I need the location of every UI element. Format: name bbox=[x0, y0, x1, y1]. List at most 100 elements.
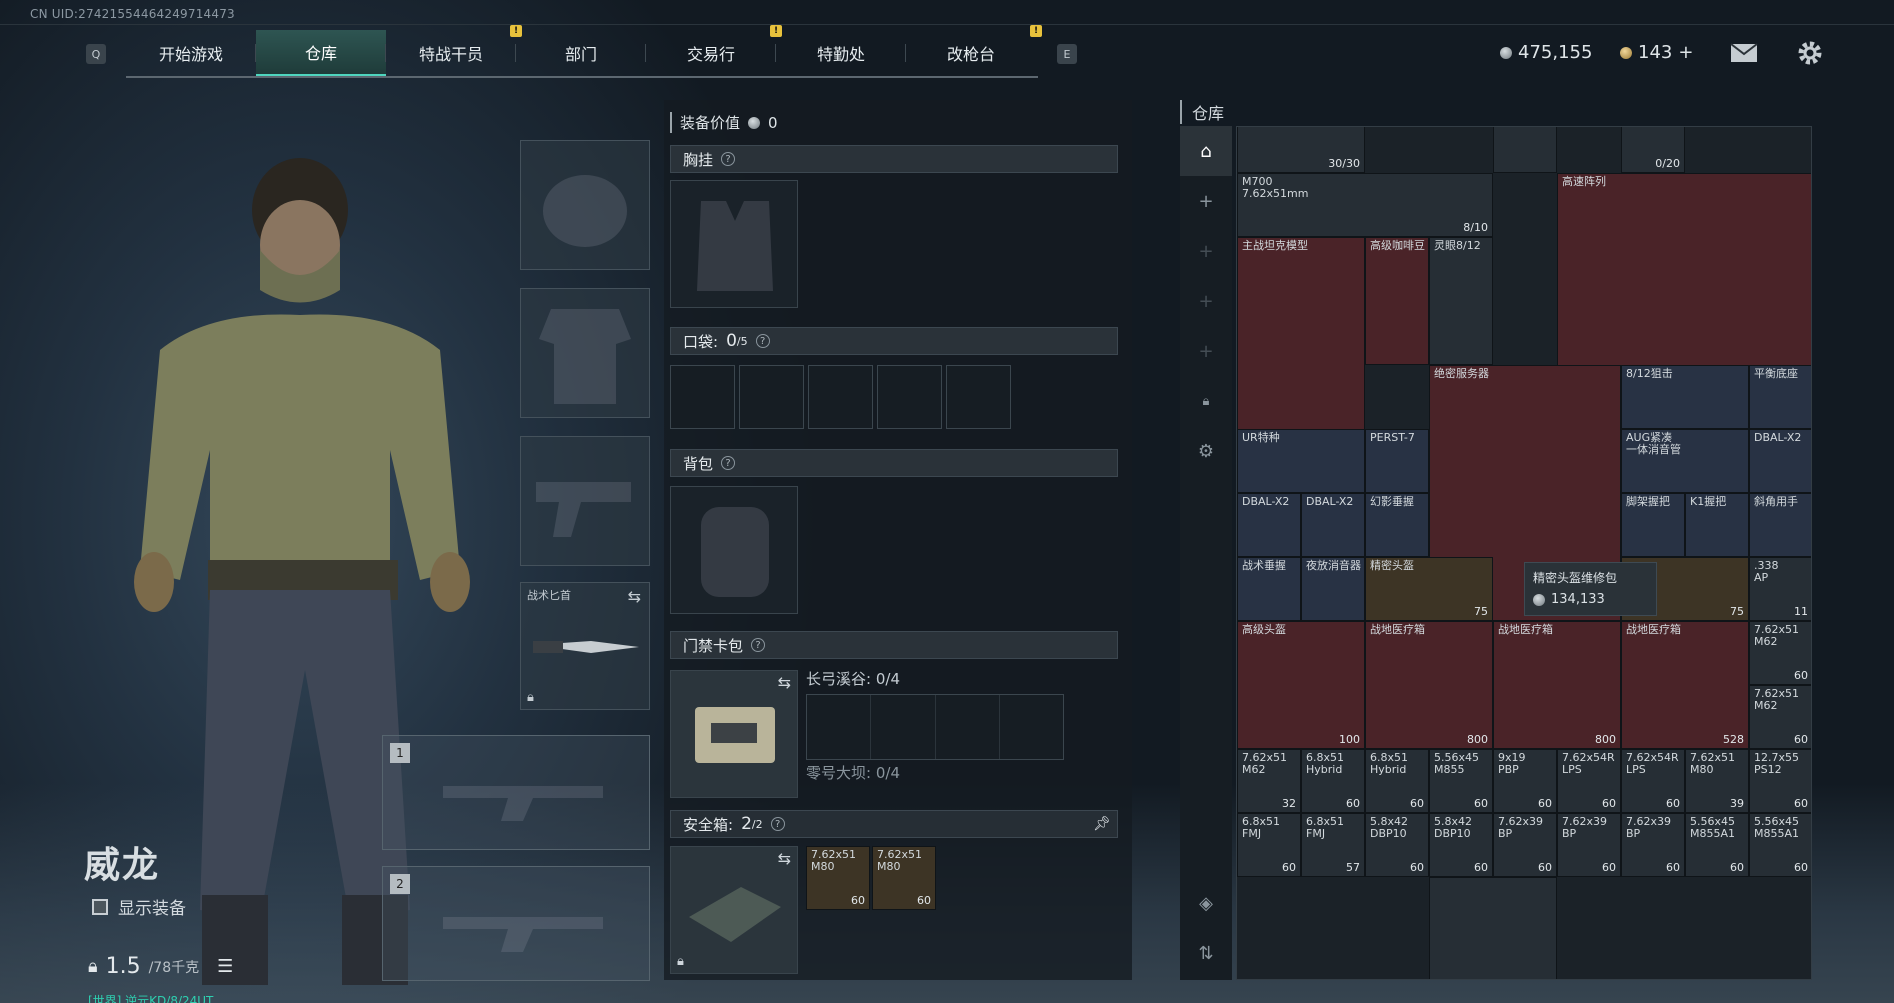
stash-item[interactable]: 5.56x45 M855 60 bbox=[1429, 749, 1493, 813]
stash-item[interactable]: 平衡底座 bbox=[1493, 127, 1557, 173]
stash-item[interactable]: 平衡底座 bbox=[1749, 365, 1811, 429]
stash-item[interactable]: 0/20 bbox=[1621, 127, 1685, 173]
stash-item[interactable]: 7.62x51 M80 39 bbox=[1685, 749, 1749, 813]
add-page-icon[interactable]: + bbox=[1180, 176, 1232, 226]
stash-item[interactable]: 6.8x51 FMJ 57 bbox=[1301, 813, 1365, 877]
help-icon[interactable]: ? bbox=[755, 334, 770, 348]
lock-icon[interactable]: 🔒︎ bbox=[1180, 376, 1232, 426]
keycard-grid-1[interactable] bbox=[806, 694, 1064, 760]
stash-item[interactable]: 高级头盔 100 bbox=[1237, 621, 1365, 749]
stash-item[interactable]: 7.62x51 M62 60 bbox=[1749, 685, 1811, 749]
item-count: 60 bbox=[1602, 797, 1616, 810]
stash-item[interactable]: 7.62x39 BP 60 bbox=[1557, 813, 1621, 877]
stash-item[interactable]: 战地医疗箱 800 bbox=[1365, 621, 1493, 749]
help-icon[interactable]: ? bbox=[770, 817, 785, 831]
pocket-slot[interactable] bbox=[946, 365, 1011, 429]
stash-item[interactable] bbox=[1429, 877, 1557, 979]
melee-slot[interactable]: 战术匕首 ⇆ 🔒︎ bbox=[520, 582, 650, 710]
settings-gear-icon[interactable] bbox=[1797, 40, 1823, 66]
stash-item[interactable]: 6.8x51 Hybrid 60 bbox=[1365, 749, 1429, 813]
stash-item[interactable]: 8/12狙击 bbox=[1621, 365, 1749, 429]
stash-item[interactable]: 30/30 bbox=[1237, 127, 1365, 173]
stash-item[interactable]: AUG紧凑 一体消音管 bbox=[1621, 429, 1749, 493]
stash-item[interactable]: 夜放消音器 bbox=[1301, 557, 1365, 621]
stash-item[interactable]: 脚架握把 bbox=[1621, 493, 1685, 557]
primary-weapon-slot[interactable]: 1 bbox=[382, 735, 650, 850]
stash-item[interactable]: PERST-7 bbox=[1365, 429, 1429, 493]
stash-item[interactable]: 6.8x51 Hybrid 60 bbox=[1301, 749, 1365, 813]
armor-slot[interactable] bbox=[520, 288, 650, 418]
tab-0[interactable]: 开始游戏 bbox=[126, 30, 256, 76]
stash-item[interactable]: 12.7x55 PS12 60 bbox=[1749, 749, 1811, 813]
item-label: 高级头盔 bbox=[1242, 623, 1286, 636]
stash-item[interactable]: 7.62x51 M62 32 bbox=[1237, 749, 1301, 813]
chest-rig-slot[interactable] bbox=[670, 180, 798, 308]
tab-4[interactable]: 交易行! bbox=[646, 25, 782, 76]
stash-item[interactable]: DBAL-X2 bbox=[1237, 493, 1301, 557]
gold-currency[interactable]: 143 + bbox=[1620, 42, 1693, 63]
tab-3[interactable]: 部门 bbox=[516, 30, 646, 76]
stash-home-icon[interactable]: ⌂ bbox=[1180, 126, 1232, 176]
pocket-slot[interactable] bbox=[877, 365, 942, 429]
show-gear-checkbox[interactable] bbox=[92, 898, 108, 915]
stash-item[interactable]: 精密头盔 75 bbox=[1365, 557, 1493, 621]
stash-item[interactable]: DBAL-X2 bbox=[1301, 493, 1365, 557]
pocket-slot[interactable] bbox=[670, 365, 735, 429]
chat-preview[interactable]: [世界] 逆元KD/8/24UT bbox=[88, 992, 213, 1003]
add-page-icon[interactable]: + bbox=[1180, 326, 1232, 376]
backpack-slot[interactable] bbox=[670, 486, 798, 614]
stash-item[interactable]: 5.56x45 M855A1 60 bbox=[1749, 813, 1811, 877]
stash-item[interactable]: 9x19 PBP 60 bbox=[1493, 749, 1557, 813]
stash-settings-icon[interactable]: ⚙ bbox=[1180, 426, 1232, 476]
stash-item[interactable]: 7.62x54R LPS 60 bbox=[1621, 749, 1685, 813]
stash-item[interactable]: 5.8x42 DBP10 60 bbox=[1429, 813, 1493, 877]
help-icon[interactable]: ? bbox=[721, 456, 736, 470]
sort-icon[interactable]: ⇅ bbox=[1180, 928, 1232, 978]
stash-item[interactable]: 斜角用手 bbox=[1749, 493, 1811, 557]
stash-item[interactable]: UR特种 bbox=[1237, 429, 1365, 493]
tab-6[interactable]: 改枪台! bbox=[906, 25, 1042, 76]
stash-item[interactable]: 7.62x54R LPS 60 bbox=[1557, 749, 1621, 813]
safebox-slot[interactable]: ⇆ 🔒︎ bbox=[670, 846, 798, 974]
stash-item[interactable]: 6.8x51 FMJ 60 bbox=[1237, 813, 1301, 877]
keycard-case-slot[interactable]: ⇆ bbox=[670, 670, 798, 798]
mail-icon[interactable] bbox=[1730, 43, 1758, 63]
tab-1[interactable]: 仓库 bbox=[256, 30, 386, 76]
stash-item[interactable]: M700 7.62x51mm 8/10 bbox=[1237, 173, 1493, 237]
stash-item[interactable]: K1握把 bbox=[1685, 493, 1749, 557]
stash-item[interactable]: 战地医疗箱 800 bbox=[1493, 621, 1621, 749]
pin-icon[interactable]: 📌︎ bbox=[1093, 816, 1111, 832]
pistol-slot[interactable] bbox=[520, 436, 650, 566]
add-page-icon[interactable]: + bbox=[1180, 276, 1232, 326]
help-icon[interactable]: ? bbox=[751, 638, 766, 652]
pocket-slot[interactable] bbox=[808, 365, 873, 429]
nav-next-key-hint[interactable]: E bbox=[1057, 44, 1077, 64]
stash-item[interactable]: 7.62x39 BP 60 bbox=[1493, 813, 1557, 877]
gold-add-button[interactable]: + bbox=[1678, 42, 1693, 63]
weight-list-icon[interactable]: ☰ bbox=[217, 956, 233, 977]
stash-item[interactable]: 灵眼8/12 bbox=[1429, 237, 1493, 365]
stash-item[interactable]: 战术垂握 bbox=[1237, 557, 1301, 621]
pocket-slot[interactable] bbox=[739, 365, 804, 429]
stash-item[interactable]: 高级咖啡豆 bbox=[1365, 237, 1429, 365]
layers-icon[interactable]: ◈ bbox=[1180, 878, 1232, 928]
helmet-slot[interactable] bbox=[520, 140, 650, 270]
secondary-weapon-slot[interactable]: 2 bbox=[382, 866, 650, 981]
show-gear-toggle[interactable]: 显示装备 bbox=[92, 894, 186, 919]
stash-item[interactable]: 5.56x45 M855A1 60 bbox=[1685, 813, 1749, 877]
stash-item[interactable]: 幻影垂握 bbox=[1365, 493, 1429, 557]
stash-item[interactable]: 战地医疗箱 528 bbox=[1621, 621, 1749, 749]
safebox-item[interactable]: 7.62x51 M80 60 bbox=[806, 846, 870, 910]
tab-2[interactable]: 特战干员! bbox=[386, 25, 522, 76]
safebox-item[interactable]: 7.62x51 M80 60 bbox=[872, 846, 936, 910]
stash-item[interactable]: 7.62x51 M62 60 bbox=[1749, 621, 1811, 685]
help-icon[interactable]: ? bbox=[721, 152, 736, 166]
nav-prev-key-hint[interactable]: Q bbox=[86, 44, 106, 64]
stash-item[interactable]: DBAL-X2 bbox=[1749, 429, 1811, 493]
tab-5[interactable]: 特勤处 bbox=[776, 30, 906, 76]
silver-amount: 475,155 bbox=[1518, 42, 1593, 63]
stash-item[interactable]: 5.8x42 DBP10 60 bbox=[1365, 813, 1429, 877]
stash-item[interactable]: 7.62x39 BP 60 bbox=[1621, 813, 1685, 877]
stash-item[interactable]: .338 AP 11 bbox=[1749, 557, 1811, 621]
add-page-icon[interactable]: + bbox=[1180, 226, 1232, 276]
